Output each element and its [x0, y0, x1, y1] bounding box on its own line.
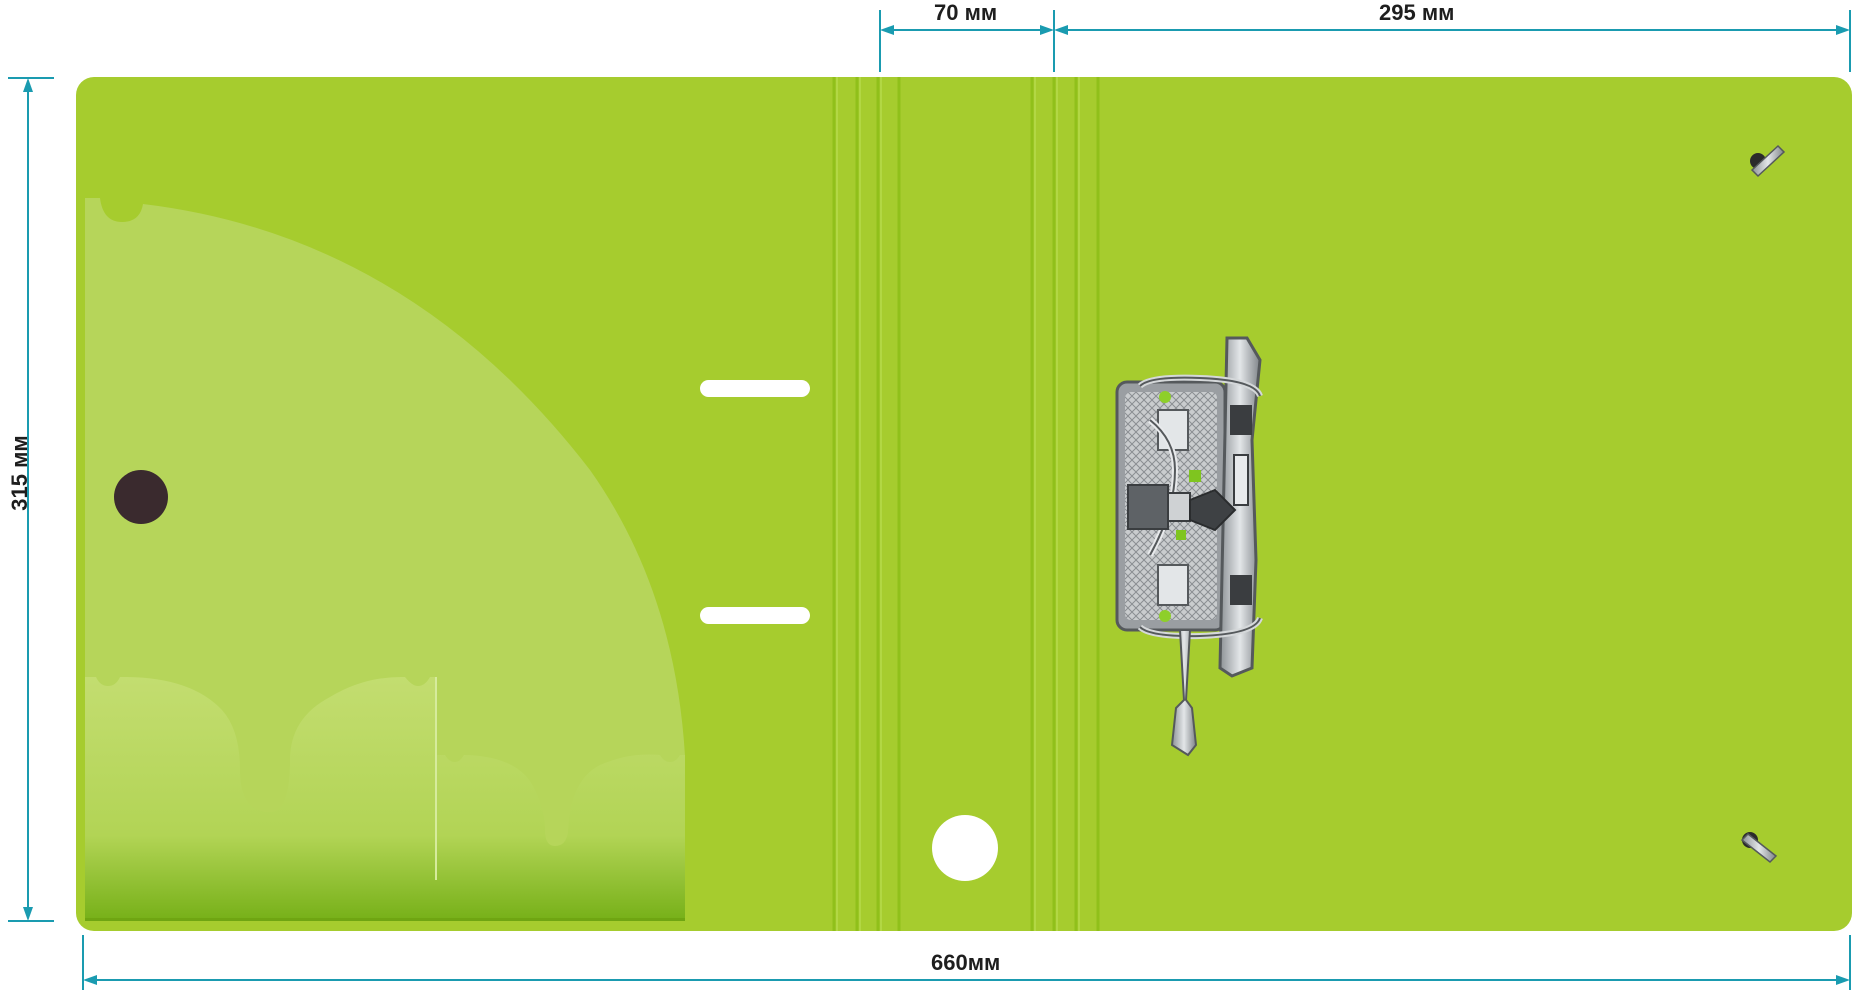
label-slot-bottom: [700, 607, 810, 624]
label-slot-top: [700, 380, 810, 397]
binder-drawing: [8, 10, 1852, 990]
binder-diagram: 70 мм 295 мм 660мм 315 мм: [0, 0, 1856, 998]
spine-width-label: 70 мм: [934, 0, 998, 25]
snap-button-icon: [114, 470, 168, 524]
total-width-label: 660мм: [931, 950, 1001, 975]
height-label: 315 мм: [7, 435, 32, 511]
pocket-bottom-edge: [85, 918, 685, 921]
spine-ring-hole: [932, 815, 998, 881]
cover-width-label: 295 мм: [1379, 0, 1455, 25]
